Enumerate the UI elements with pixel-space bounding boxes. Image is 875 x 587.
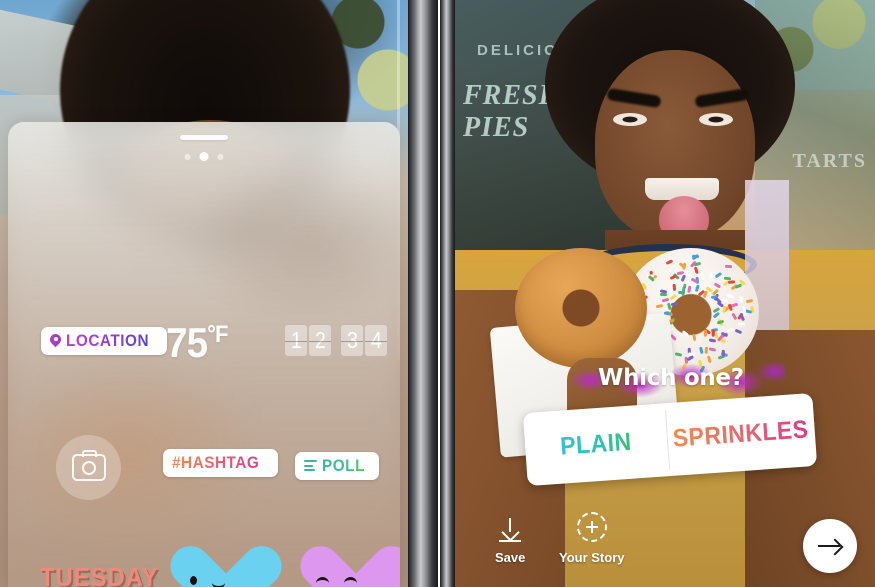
page-dot-3[interactable]	[218, 154, 224, 160]
sticker-tray[interactable]: LOCATION 75°F 1 2 3 4 #HASHTAG POLL TUES…	[8, 122, 400, 587]
story-bottom-bar: Save Your Story	[455, 495, 875, 587]
map-pin-icon	[50, 334, 61, 348]
download-icon	[499, 518, 521, 542]
poll-option-sprinkles[interactable]: SPRINKLES	[665, 393, 817, 476]
clock-digit-2: 2	[309, 325, 331, 356]
temperature-value: 75	[166, 319, 207, 366]
heart-eye-wink	[212, 579, 225, 587]
heart-eye-arc-right	[344, 577, 357, 587]
donut-plain	[515, 248, 647, 368]
subject-eye-right	[699, 113, 733, 126]
save-button[interactable]: Save	[495, 518, 525, 565]
clock-minutes: 3 4	[341, 325, 387, 356]
story-editor-phone: TARTS DELICIOUS FRESH PIES Which one? PL…	[440, 0, 875, 587]
shop-sign-tarts: TARTS	[792, 150, 867, 173]
clock-digit-1-value: 1	[291, 329, 302, 352]
tray-page-dots[interactable]	[185, 152, 224, 161]
phone-left-screen: LOCATION 75°F 1 2 3 4 #HASHTAG POLL TUES…	[0, 0, 408, 587]
smiling-heart-sticker[interactable]	[298, 546, 376, 587]
poll-label: POLL	[322, 457, 365, 474]
sticker-clock[interactable]: 1 2 3 4	[285, 325, 387, 356]
arrow-right-icon	[818, 539, 842, 553]
poll-bars-icon	[304, 460, 317, 472]
location-chip[interactable]: LOCATION	[41, 327, 167, 355]
screenshot-stage: LOCATION 75°F 1 2 3 4 #HASHTAG POLL TUES…	[0, 0, 875, 587]
poll-option-plain-label: PLAIN	[560, 428, 633, 462]
clock-digit-1: 1	[285, 325, 307, 356]
poll-option-plain[interactable]: PLAIN	[523, 403, 670, 486]
hashtag-label: #HASHTAG	[172, 454, 259, 471]
your-story-label: Your Story	[559, 550, 625, 565]
location-label: LOCATION	[66, 332, 149, 349]
page-dot-2[interactable]	[200, 152, 209, 161]
clock-digit-2-value: 2	[315, 329, 326, 352]
winking-heart-sticker[interactable]	[168, 546, 246, 587]
sticker-location[interactable]: LOCATION	[41, 327, 167, 355]
phone-right-screen: TARTS DELICIOUS FRESH PIES Which one? PL…	[455, 0, 875, 587]
your-story-button[interactable]: Your Story	[559, 512, 625, 565]
heart-eye-arc-left	[316, 577, 329, 587]
send-button[interactable]	[803, 519, 857, 573]
clock-digit-4-value: 4	[371, 329, 382, 352]
subject-eye-left	[613, 113, 647, 126]
sticker-poll[interactable]: POLL	[295, 449, 379, 480]
hashtag-chip[interactable]: #HASHTAG	[163, 449, 278, 477]
page-dot-1[interactable]	[185, 154, 191, 160]
tray-drag-handle[interactable]	[180, 135, 228, 140]
sticker-tray-phone: LOCATION 75°F 1 2 3 4 #HASHTAG POLL TUES…	[0, 0, 438, 587]
story-caption[interactable]: Which one?	[598, 365, 744, 391]
save-label: Save	[495, 550, 525, 565]
clock-hours: 1 2	[285, 325, 331, 356]
tray-content: LOCATION 75°F 1 2 3 4 #HASHTAG POLL TUES…	[8, 122, 400, 587]
sticker-day[interactable]: TUESDAY	[40, 564, 159, 587]
clock-digit-4: 4	[365, 325, 387, 356]
clock-digit-3: 3	[341, 325, 363, 356]
heart-eye-left	[190, 576, 197, 585]
poll-option-sprinkles-label: SPRINKLES	[672, 415, 809, 453]
poll-chip[interactable]: POLL	[295, 452, 379, 480]
sticker-temperature[interactable]: 75°F	[166, 314, 228, 364]
heart-face-pink	[298, 572, 376, 587]
sticker-camera-button[interactable]	[56, 435, 121, 500]
heart-face-blue	[168, 572, 246, 587]
add-to-story-icon	[577, 512, 607, 542]
camera-icon	[72, 454, 106, 481]
temperature-unit: °F	[207, 321, 227, 348]
phone-left-bezel-right	[408, 0, 438, 587]
phone-right-bezel-left	[440, 0, 455, 587]
sticker-hashtag[interactable]: #HASHTAG	[163, 449, 278, 477]
clock-digit-3-value: 3	[347, 329, 358, 352]
